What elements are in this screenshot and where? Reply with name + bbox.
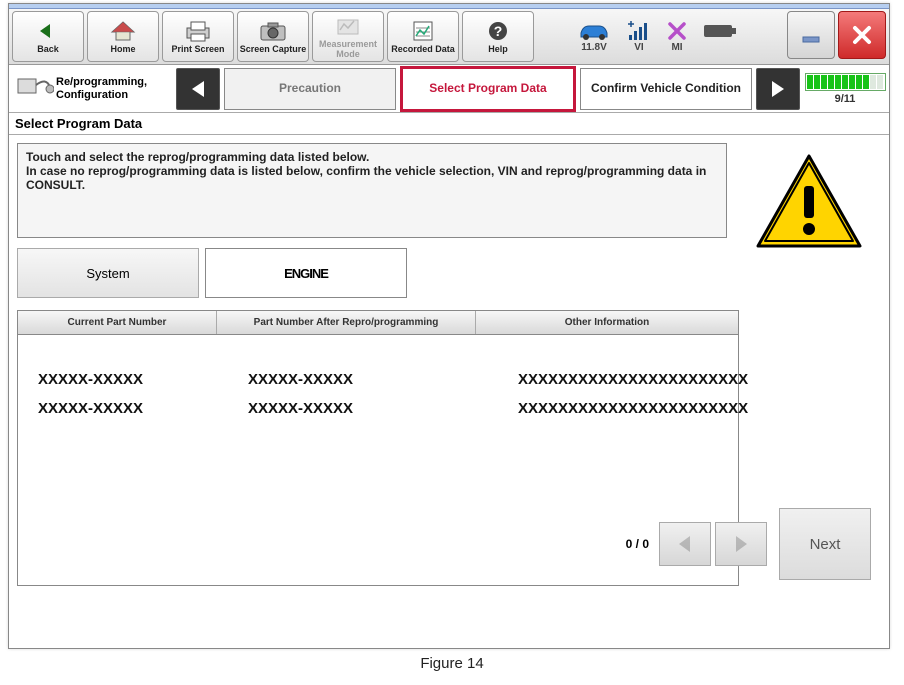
right-triangle-icon — [732, 534, 750, 554]
print-label: Print Screen — [171, 45, 224, 54]
breadcrumb-prev-button[interactable] — [176, 68, 220, 110]
measurement-mode-button: Measurement Mode — [312, 11, 384, 62]
home-icon — [110, 19, 136, 43]
minimize-icon — [799, 23, 823, 47]
system-label: System — [17, 248, 199, 298]
instruction-message: Touch and select the reprog/programming … — [17, 143, 727, 238]
vi-label: VI — [634, 42, 643, 53]
recorded-data-button[interactable]: Recorded Data — [387, 11, 459, 62]
warning-icon — [752, 151, 867, 261]
breadcrumb-next-button[interactable] — [756, 68, 800, 110]
progress-text: 9/11 — [835, 93, 856, 105]
battery-icon — [703, 20, 737, 42]
step-confirm-vehicle-condition[interactable]: Confirm Vehicle Condition — [580, 68, 752, 110]
breadcrumb-root-label: Re/programming, Configuration — [56, 76, 176, 101]
left-triangle-icon — [676, 534, 694, 554]
signal-icon — [627, 20, 651, 42]
reprogramming-icon — [14, 73, 56, 105]
help-icon: ? — [487, 19, 509, 43]
print-screen-button[interactable]: Print Screen — [162, 11, 234, 62]
mi-status: MI — [667, 20, 687, 53]
screen-capture-label: Screen Capture — [240, 45, 307, 54]
recorded-data-icon — [411, 19, 435, 43]
battery-status — [703, 20, 737, 53]
measurement-icon — [336, 14, 360, 38]
home-label: Home — [110, 45, 135, 54]
help-button[interactable]: ? Help — [462, 11, 534, 62]
table-row[interactable]: XXXXX-XXXXX XXXXX-XXXXX XXXXXXXXXXXXXXXX… — [18, 365, 738, 394]
measurement-label: Measurement Mode — [313, 40, 383, 59]
vehicle-voltage-status: 11.8V — [577, 20, 611, 53]
table-header-row: Current Part Number Part Number After Re… — [18, 311, 738, 335]
cell-after-part: XXXXX-XXXXX — [228, 371, 498, 388]
help-label: Help — [488, 45, 508, 54]
left-triangle-icon — [189, 79, 207, 99]
voltage-value: 11.8V — [581, 42, 607, 53]
cell-after-part: XXXXX-XXXXX — [228, 400, 498, 417]
cell-other-info: XXXXXXXXXXXXXXXXXXXXXXX — [498, 400, 748, 417]
status-area: 11.8V VI MI — [537, 11, 784, 62]
vi-status: VI — [627, 20, 651, 53]
recorded-data-label: Recorded Data — [391, 45, 455, 54]
screen-capture-button[interactable]: Screen Capture — [237, 11, 309, 62]
content-area: Touch and select the reprog/programming … — [9, 135, 889, 594]
page-next-button[interactable] — [715, 522, 767, 566]
table-row[interactable]: XXXXX-XXXXX XXXXX-XXXXX XXXXXXXXXXXXXXXX… — [18, 394, 738, 423]
pager-area: 0 / 0 Next — [626, 508, 871, 580]
page-heading: Select Program Data — [9, 113, 889, 135]
breadcrumb-bar: Re/programming, Configuration Precaution… — [9, 65, 889, 113]
mi-label: MI — [671, 42, 682, 53]
close-button[interactable] — [838, 11, 886, 59]
th-other-info: Other Information — [476, 311, 738, 334]
progress-bar — [805, 73, 886, 91]
camera-icon — [259, 19, 287, 43]
back-arrow-icon — [36, 19, 60, 43]
car-icon — [577, 20, 611, 42]
progress-indicator: 9/11 — [806, 73, 884, 105]
close-x-icon — [850, 23, 874, 47]
main-toolbar: Back Home Print Screen Screen Capture Me… — [9, 9, 889, 65]
step-select-program-data[interactable]: Select Program Data — [400, 66, 576, 112]
minimize-button[interactable] — [787, 11, 835, 59]
figure-caption: Figure 14 — [0, 655, 904, 672]
printer-icon — [184, 19, 212, 43]
next-button[interactable]: Next — [779, 508, 871, 580]
svg-text:?: ? — [494, 23, 503, 39]
th-current-part: Current Part Number — [18, 311, 217, 334]
back-button[interactable]: Back — [12, 11, 84, 62]
system-value: ENGINE — [205, 248, 407, 298]
page-prev-button[interactable] — [659, 522, 711, 566]
step-precaution[interactable]: Precaution — [224, 68, 396, 110]
cell-other-info: XXXXXXXXXXXXXXXXXXXXXXX — [498, 371, 748, 388]
right-triangle-icon — [769, 79, 787, 99]
home-button[interactable]: Home — [87, 11, 159, 62]
mi-x-icon — [667, 20, 687, 42]
back-label: Back — [37, 45, 59, 54]
next-button-label: Next — [810, 536, 841, 553]
diagnostic-app-window: Back Home Print Screen Screen Capture Me… — [8, 3, 890, 649]
cell-current-part: XXXXX-XXXXX — [18, 400, 228, 417]
cell-current-part: XXXXX-XXXXX — [18, 371, 228, 388]
th-after-part: Part Number After Repro/programming — [217, 311, 476, 334]
page-count: 0 / 0 — [626, 537, 649, 551]
